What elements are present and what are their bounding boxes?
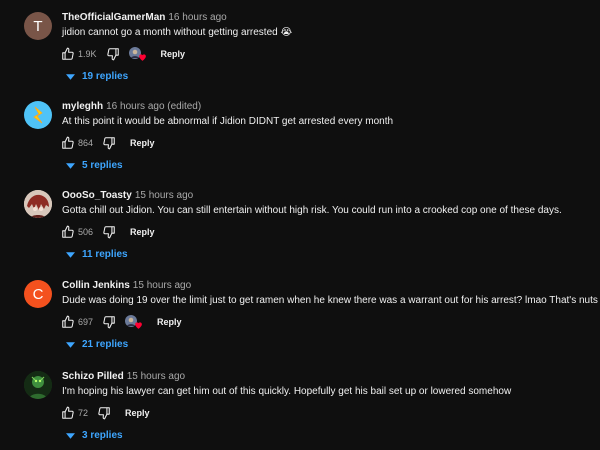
thumbs-up-icon [62,315,74,328]
view-replies-button[interactable]: 19 replies [66,71,128,82]
creator-heart [128,47,147,61]
heart-icon [138,54,146,61]
comment-thread: myleghh 16 hours ago (edited) At this poi… [0,89,600,178]
heart-icon [135,322,142,329]
avatar[interactable] [24,190,52,218]
reply-button[interactable]: Reply [161,49,186,59]
comment-text: At this point it would be abnormal if Ji… [62,116,394,127]
comment-author[interactable]: TheOfficialGamerMan [62,12,165,23]
reply-button[interactable]: Reply [157,317,182,327]
comment-time[interactable]: 15 hours ago [135,190,193,201]
avatar[interactable] [24,371,52,399]
caret-down-icon [66,432,75,439]
comment-header: OooSo_Toasty 15 hours ago [62,190,193,202]
comment-actions: 697 Reply [61,314,182,330]
replies-count: 21 replies [82,339,129,350]
comment-time[interactable]: 16 hours ago (edited) [106,101,201,112]
thumbs-up-icon [62,406,74,419]
replies-count: 19 replies [82,71,129,82]
creator-heart [125,315,143,329]
comment-header: TheOfficialGamerMan 16 hours ago [62,12,227,24]
comment-actions: 72 Reply [61,405,150,421]
comments-section: T TheOfficialGamerMan 16 hours ago jidion… [0,0,600,450]
like-count: 1.9K [78,49,97,59]
thumbs-down-icon [98,407,110,420]
thumbs-down-icon [103,226,115,239]
like-button[interactable]: 1.9K [61,47,97,61]
dislike-button[interactable] [102,225,116,239]
comment-time[interactable]: 15 hours ago [127,371,185,382]
view-replies-button[interactable]: 5 replies [66,160,123,171]
caret-down-icon [66,162,75,169]
replies-count: 3 replies [82,430,123,441]
comment-author[interactable]: OooSo_Toasty [62,190,132,201]
comment-actions: 506 Reply [61,224,155,240]
thumbs-up-icon [62,225,74,238]
comment-author[interactable]: Schizo Pilled [62,371,124,382]
avatar-letter: C [32,285,44,303]
replies-count: 5 replies [82,160,123,171]
thumbs-down-icon [103,137,115,150]
comment-author[interactable]: myleghh [62,101,103,112]
like-button[interactable]: 697 [61,315,93,329]
thumbs-down-icon [106,48,119,61]
thumbs-up-icon [62,136,74,149]
comment-thread: OooSo_Toasty 15 hours ago Gotta chill out… [0,178,600,267]
comment-text: jidion cannot go a month without getting… [62,27,293,38]
comment-time[interactable]: 16 hours ago [168,12,226,23]
comment-header: Collin Jenkins 15 hours ago [62,280,191,292]
avatar-letter: T [33,17,43,35]
like-count: 72 [78,408,89,418]
comment-author[interactable]: Collin Jenkins [62,280,130,291]
thumbs-up-icon [62,47,74,60]
like-count: 506 [78,227,94,237]
comment-text: Gotta chill out Jidion. You can still en… [62,205,562,216]
view-replies-button[interactable]: 3 replies [66,430,123,441]
like-button[interactable]: 506 [61,225,93,239]
dislike-button[interactable] [106,47,120,61]
reply-button[interactable]: Reply [125,408,150,418]
view-replies-button[interactable]: 21 replies [66,339,128,350]
yellow-lightning-icon [33,106,43,124]
view-replies-button[interactable]: 11 replies [66,249,128,260]
avatar[interactable] [24,101,52,129]
reply-button[interactable]: Reply [130,138,155,148]
dislike-button[interactable] [102,136,116,150]
comment-header: Schizo Pilled 15 hours ago [62,371,185,383]
comment-thread: C Collin Jenkins 15 hours ago Dude was do… [0,268,600,357]
avatar[interactable]: T [24,12,52,40]
anime-character-icon [24,190,52,218]
caret-down-icon [66,73,75,80]
like-count: 864 [78,138,94,148]
green-character-icon [24,371,52,399]
comment-thread: Schizo Pilled 15 hours ago I'm hoping his… [0,359,600,448]
caret-down-icon [66,251,75,258]
like-count: 697 [78,317,94,327]
avatar[interactable]: C [24,280,52,308]
reply-button[interactable]: Reply [130,227,155,237]
comment-actions: 1.9K Reply [61,46,185,62]
like-button[interactable]: 864 [61,136,93,150]
comment-header: myleghh 16 hours ago (edited) [62,101,201,113]
like-button[interactable]: 72 [61,406,88,420]
thumbs-down-icon [103,316,115,329]
comment-text: Dude was doing 19 over the limit just to… [62,295,598,306]
comment-actions: 864 Reply [61,135,155,151]
dislike-button[interactable] [102,315,116,329]
comment-text: I'm hoping his lawyer can get him out of… [62,386,512,397]
replies-count: 11 replies [82,249,128,260]
comment-thread: T TheOfficialGamerMan 16 hours ago jidion… [0,0,600,89]
caret-down-icon [66,341,75,348]
dislike-button[interactable] [97,406,111,420]
comment-time[interactable]: 15 hours ago [133,280,191,291]
